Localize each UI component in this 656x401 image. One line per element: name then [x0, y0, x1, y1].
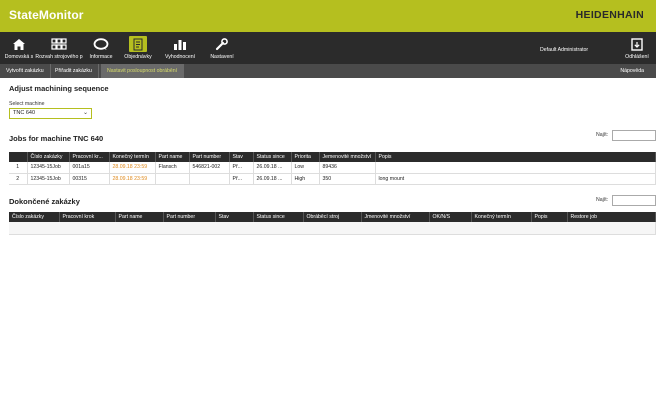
- col-header[interactable]: Konečný termín: [471, 212, 532, 222]
- help-link[interactable]: Nápověda: [620, 64, 644, 78]
- jobs-search-label: Najít:: [596, 132, 609, 138]
- orders-icon: [129, 36, 147, 52]
- col-header[interactable]: Obráběcí stroj: [303, 212, 362, 222]
- col-header[interactable]: Jmenovité množství: [361, 212, 430, 222]
- tab-create-order[interactable]: Vytvořit zakázku: [0, 64, 51, 78]
- col-header[interactable]: Pracovní krok: [59, 212, 116, 222]
- section-title-jobs: Jobs for machine TNC 640: [9, 134, 104, 143]
- table-cell: 28.09.18 23:59: [109, 173, 156, 185]
- table-cell: [189, 173, 230, 185]
- app-header: StateMonitor HEIDENHAIN: [0, 0, 656, 32]
- col-header[interactable]: Číslo zakázky: [9, 212, 60, 222]
- col-header[interactable]: Stav: [215, 212, 254, 222]
- jobs-table: Číslo zakázky Pracovní kr... Konečný ter…: [9, 152, 656, 185]
- nav-orders[interactable]: Objednávky: [122, 32, 154, 64]
- table-cell: Flansch: [155, 162, 190, 174]
- table-cell: 00315: [69, 173, 110, 185]
- col-header[interactable]: Restore job: [567, 212, 656, 222]
- grid-icon: [50, 36, 68, 52]
- nav-information[interactable]: Informace: [86, 32, 116, 64]
- table-row[interactable]: 2 12345-15Job 00315 28.09.18 23:59 Př...…: [9, 173, 656, 185]
- table-cell: 546821-002: [189, 162, 230, 174]
- table-cell: [375, 162, 656, 174]
- table-cell: 12345-15Job: [27, 173, 70, 185]
- brand-logo: HEIDENHAIN: [575, 9, 644, 21]
- table-cell: 26.09.18 ...: [253, 173, 292, 185]
- machine-select-value: TNC 640: [13, 110, 36, 116]
- jobs-search-input[interactable]: [612, 130, 656, 141]
- jobs-header-row: Číslo zakázky Pracovní kr... Konečný ter…: [9, 152, 656, 162]
- wrench-icon: [213, 36, 231, 52]
- col-header[interactable]: Popis: [375, 152, 656, 162]
- col-header[interactable]: Priorita: [291, 152, 320, 162]
- table-cell: 26.09.18 ...: [253, 162, 292, 174]
- col-header[interactable]: Part number: [163, 212, 216, 222]
- home-icon: [10, 36, 28, 52]
- nav-home[interactable]: Domovská s: [2, 32, 36, 64]
- table-cell: 28.09.18 23:59: [109, 162, 156, 174]
- col-header[interactable]: Pracovní kr...: [69, 152, 110, 162]
- bar-chart-icon: [171, 36, 189, 52]
- col-header[interactable]: OK/N/S: [429, 212, 472, 222]
- chat-icon: [92, 36, 110, 52]
- table-row[interactable]: 1 12345-15Job 001a15 28.09.18 23:59 Flan…: [9, 162, 656, 174]
- table-cell: 001a15: [69, 162, 110, 174]
- col-header[interactable]: Part number: [189, 152, 230, 162]
- tab-machining-sequence[interactable]: Nastavit posloupnost obrábění: [101, 64, 185, 78]
- empty-row: [9, 222, 656, 235]
- col-header[interactable]: Konečný termín: [109, 152, 156, 162]
- table-cell: Př...: [229, 173, 254, 185]
- select-machine-label: Select machine: [9, 101, 45, 107]
- section-title-adjust: Adjust machining sequence: [9, 84, 109, 93]
- chevron-down-icon: ⌄: [82, 110, 88, 116]
- table-cell: Př...: [229, 162, 254, 174]
- nav-machine-park[interactable]: Rozvah strojového p: [35, 32, 83, 64]
- table-cell: 89436: [319, 162, 376, 174]
- completed-search-input[interactable]: [612, 195, 656, 206]
- table-cell: Low: [291, 162, 320, 174]
- col-header[interactable]: Popis: [531, 212, 568, 222]
- tab-assign-order[interactable]: Přiřadit zakázku: [49, 64, 99, 78]
- machine-select[interactable]: TNC 640 ⌄: [9, 108, 92, 119]
- col-header[interactable]: [9, 152, 28, 162]
- completed-table: Číslo zakázky Pracovní krok Part name Pa…: [9, 212, 656, 235]
- completed-search-label: Najít:: [596, 197, 609, 203]
- col-header[interactable]: Part name: [115, 212, 164, 222]
- nav-settings[interactable]: Nastavení: [206, 32, 238, 64]
- col-header[interactable]: Status since: [253, 152, 292, 162]
- section-title-completed: Dokončené zakázky: [9, 197, 80, 206]
- col-header[interactable]: Jemenovité množství: [319, 152, 376, 162]
- completed-header-row: Číslo zakázky Pracovní krok Part name Pa…: [9, 212, 656, 222]
- app-title: StateMonitor: [9, 8, 84, 22]
- col-header[interactable]: Stav: [229, 152, 254, 162]
- sub-nav: Vytvořit zakázku Přiřadit zakázku Nastav…: [0, 64, 656, 78]
- table-cell: [155, 173, 190, 185]
- col-header[interactable]: Part name: [155, 152, 190, 162]
- table-cell: 2: [9, 173, 28, 185]
- table-cell: 350: [319, 173, 376, 185]
- nav-logout[interactable]: Odhlášení: [622, 32, 652, 64]
- empty-cell: [9, 222, 656, 235]
- col-header[interactable]: Číslo zakázky: [27, 152, 70, 162]
- col-header[interactable]: Status since: [253, 212, 304, 222]
- table-cell: 12345-15Job: [27, 162, 70, 174]
- table-cell: 1: [9, 162, 28, 174]
- nav-evaluation[interactable]: Vyhodnocení: [162, 32, 198, 64]
- table-cell: High: [291, 173, 320, 185]
- logout-icon: [628, 36, 646, 52]
- table-cell: long mount: [375, 173, 656, 185]
- current-user: Default Administrator: [540, 47, 589, 53]
